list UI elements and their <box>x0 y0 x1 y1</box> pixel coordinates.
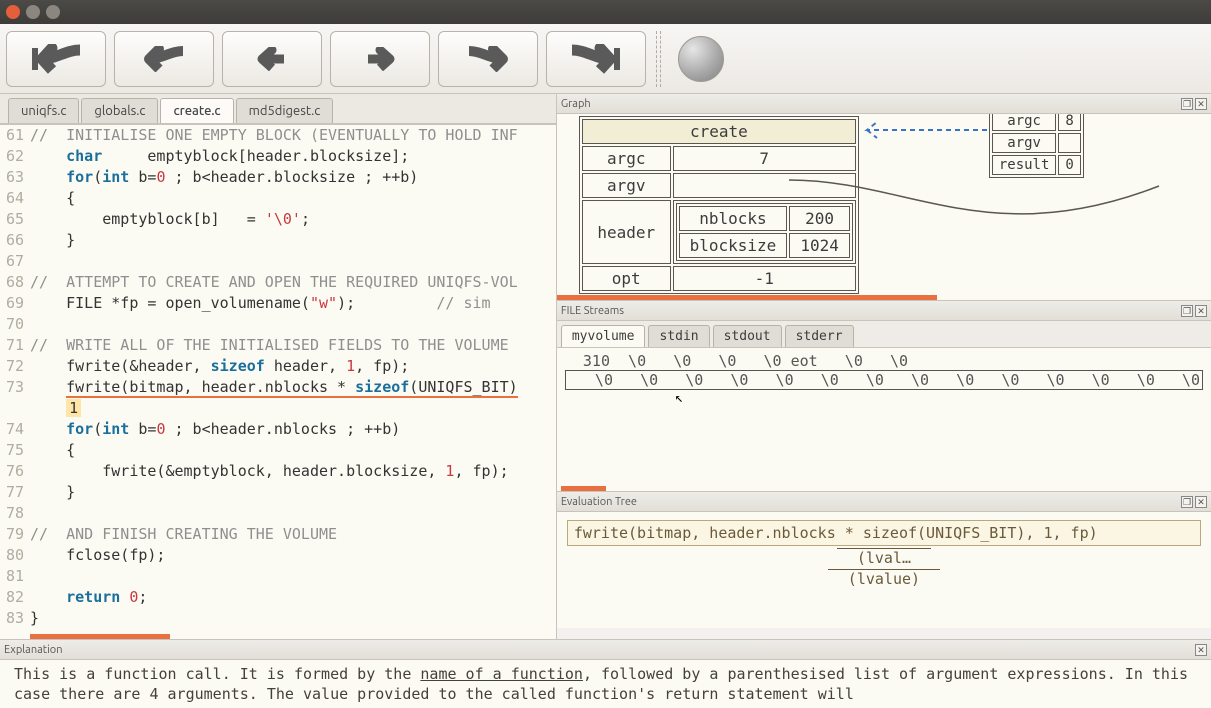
panel-restore-icon[interactable]: ❐ <box>1181 496 1193 508</box>
maximize-icon[interactable] <box>46 5 60 19</box>
graph-scroll-indicator[interactable] <box>557 295 937 300</box>
panel-restore-icon[interactable]: ❐ <box>1181 98 1193 110</box>
nav-first-button[interactable] <box>6 31 106 87</box>
streams-title: FILE Streams <box>561 305 624 317</box>
panel-close-icon[interactable]: ✕ <box>1195 496 1207 508</box>
nav-step-back-button[interactable] <box>222 31 322 87</box>
hex-row-selected: \0 \0 \0 \0 \0 \0 \0 \0 \0 \0 \0 \0 \0 \… <box>565 370 1203 390</box>
minimize-icon[interactable] <box>26 5 40 19</box>
stream-content[interactable]: 310 \0 \0 \0 \0 eot \0 \0 \0 \0 \0 \0 \0… <box>557 348 1211 394</box>
tab-create[interactable]: create.c <box>160 98 233 123</box>
toolbar-divider <box>656 31 661 87</box>
explanation-link[interactable]: name of a function <box>420 665 583 683</box>
horizontal-scroll-indicator[interactable] <box>30 634 170 639</box>
eval-sub2: (lvalue) <box>567 570 1201 588</box>
eval-body[interactable]: fwrite(bitmap, header.nblocks * sizeof(U… <box>557 512 1211 628</box>
nav-back-button[interactable] <box>114 31 214 87</box>
eval-sub1: (lval… <box>567 549 1201 567</box>
tab-uniqfs[interactable]: uniqfs.c <box>8 98 79 123</box>
cursor-icon: ↖ <box>675 390 683 406</box>
tab-md5digest[interactable]: md5digest.c <box>236 98 334 123</box>
panel-close-icon[interactable]: ✕ <box>1195 644 1207 656</box>
eval-expression: fwrite(bitmap, header.nblocks * sizeof(U… <box>567 520 1201 546</box>
explanation-title: Explanation <box>4 644 62 656</box>
explanation-text: This is a function call. It is formed by… <box>0 660 1211 708</box>
stream-tab-myvolume[interactable]: myvolume <box>561 325 646 347</box>
explanation-panel: Explanation ✕ This is a function call. I… <box>0 639 1211 708</box>
toolbar <box>0 24 1211 94</box>
graph-body[interactable]: create argc7 argv header nblocks200 bloc… <box>557 114 1211 300</box>
record-button[interactable] <box>671 31 731 87</box>
nav-step-forward-button[interactable] <box>330 31 430 87</box>
graph-title: Graph <box>561 98 591 110</box>
stream-tab-stderr[interactable]: stderr <box>785 325 854 347</box>
panel-restore-icon[interactable]: ❐ <box>1181 305 1193 317</box>
streams-panel: FILE Streams ❐ ✕ myvolume stdin stdout s… <box>557 301 1211 492</box>
eval-title: Evaluation Tree <box>561 496 637 508</box>
stream-tab-stdin[interactable]: stdin <box>648 325 709 347</box>
nav-last-button[interactable] <box>546 31 646 87</box>
close-icon[interactable] <box>6 5 20 19</box>
tab-globals[interactable]: globals.c <box>81 98 158 123</box>
window-titlebar <box>0 0 1211 24</box>
code-editor[interactable]: 61// INITIALISE ONE EMPTY BLOCK (EVENTUA… <box>0 124 556 639</box>
graph-panel: Graph ❐ ✕ create argc7 argv header nbloc… <box>557 94 1211 301</box>
dashed-arrow-icon <box>859 120 989 140</box>
stream-tab-stdout[interactable]: stdout <box>713 325 782 347</box>
graph-frame-name: create <box>582 119 856 144</box>
stream-tabs: myvolume stdin stdout stderr <box>557 321 1211 348</box>
panel-close-icon[interactable]: ✕ <box>1195 98 1207 110</box>
code-tabs: uniqfs.c globals.c create.c md5digest.c <box>0 94 556 124</box>
eval-panel: Evaluation Tree ❐ ✕ fwrite(bitmap, heade… <box>557 492 1211 628</box>
nav-forward-button[interactable] <box>438 31 538 87</box>
hex-row: 310 \0 \0 \0 \0 eot \0 \0 <box>565 352 1203 370</box>
panel-close-icon[interactable]: ✕ <box>1195 305 1207 317</box>
streams-scroll-indicator[interactable] <box>561 486 606 491</box>
sphere-icon <box>678 36 724 82</box>
